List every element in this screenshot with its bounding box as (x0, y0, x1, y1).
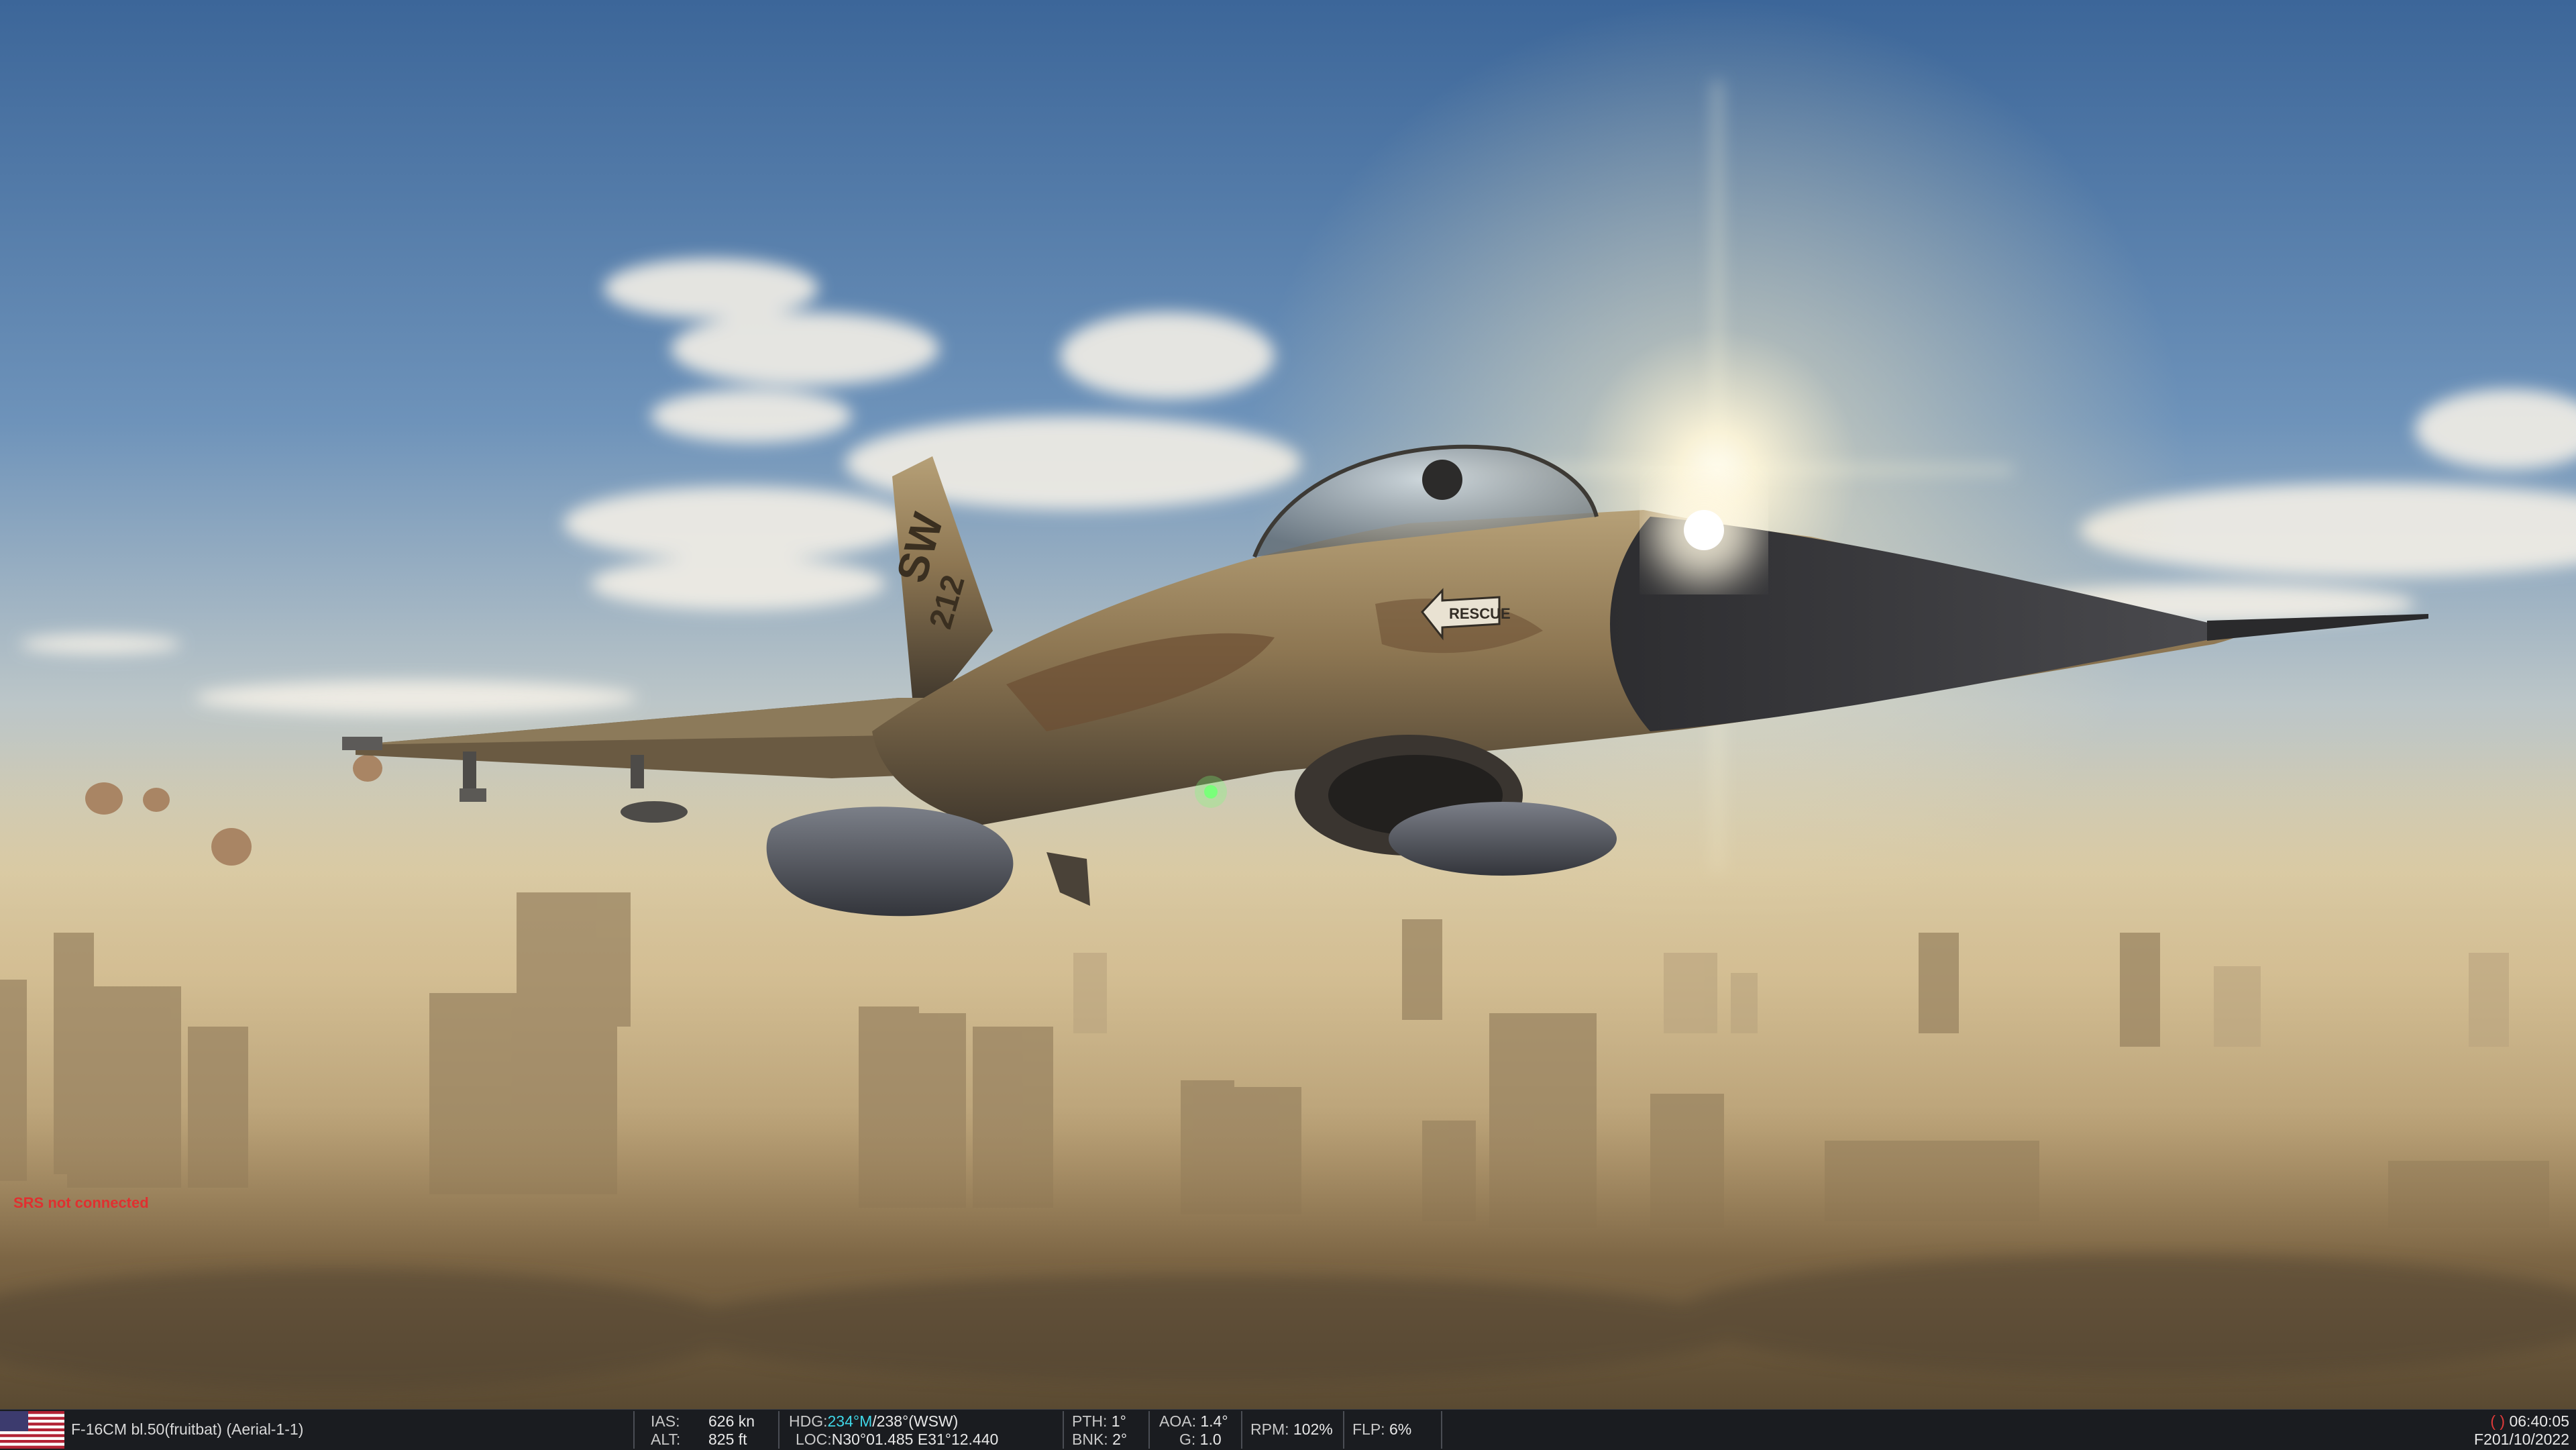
pitch-bank-readout: PTH: 1° BNK: 2° (1072, 1410, 1146, 1450)
aoa-label: AOA: (1159, 1412, 1196, 1430)
game-viewport: SW 212 RESCUE SRS not connected (0, 0, 2576, 1409)
scene-graphic: SW 212 RESCUE (0, 0, 2576, 1409)
time-value: 06:40:05 (2509, 1412, 2569, 1430)
heading-location-readout: HDG:234°M/238°(WSW) LOC:N30°01.485 E31°1… (789, 1410, 1057, 1450)
us-flag-icon (0, 1411, 64, 1449)
alt-label: ALT: (651, 1431, 681, 1448)
alt-value: 825 ft (708, 1431, 747, 1448)
ias-value: 626 kn (708, 1412, 755, 1430)
unit-name: F-16CM bl.50(fruitbat) (Aerial-1-1) (71, 1420, 304, 1438)
hdg-true-value: /238°(WSW) (872, 1412, 959, 1430)
flaps-readout: FLP: 6% (1352, 1410, 1433, 1450)
g-label: G: (1179, 1431, 1196, 1448)
hdg-label: HDG: (789, 1412, 828, 1430)
aoa-value: 1.4° (1200, 1412, 1228, 1430)
bnk-value: 2° (1112, 1431, 1128, 1448)
ias-label: IAS: (651, 1412, 680, 1430)
pth-label: PTH: (1072, 1412, 1108, 1430)
rpm-value: 102% (1293, 1420, 1333, 1438)
loc-value: N30°01.485 E31°12.440 (831, 1431, 999, 1448)
flp-label: FLP: (1352, 1420, 1385, 1438)
rpm-label: RPM: (1250, 1420, 1289, 1438)
time-date-readout: ( ) 06:40:05 F201/10/2022 (2428, 1410, 2569, 1450)
rpm-readout: RPM: 102% (1250, 1410, 1344, 1450)
srs-status-text: SRS not connected (13, 1194, 149, 1211)
rescue-text: RESCUE (1449, 605, 1511, 622)
speed-altitude-readout: IAS: 626 kn ALT: 825 ft (651, 1410, 771, 1450)
status-bar: F-16CM bl.50(fruitbat) (Aerial-1-1) IAS:… (0, 1409, 2576, 1450)
hdg-magnetic-value: 234°M (827, 1412, 873, 1430)
date-value: F201/10/2022 (2474, 1431, 2569, 1448)
pth-value: 1° (1111, 1412, 1126, 1430)
loc-label: LOC: (796, 1431, 832, 1448)
time-indicator: ( ) (2490, 1412, 2506, 1430)
aoa-g-readout: AOA: 1.4° G: 1.0 (1159, 1410, 1236, 1450)
g-value: 1.0 (1199, 1431, 1222, 1448)
bnk-label: BNK: (1072, 1431, 1108, 1448)
flp-value: 6% (1389, 1420, 1412, 1438)
